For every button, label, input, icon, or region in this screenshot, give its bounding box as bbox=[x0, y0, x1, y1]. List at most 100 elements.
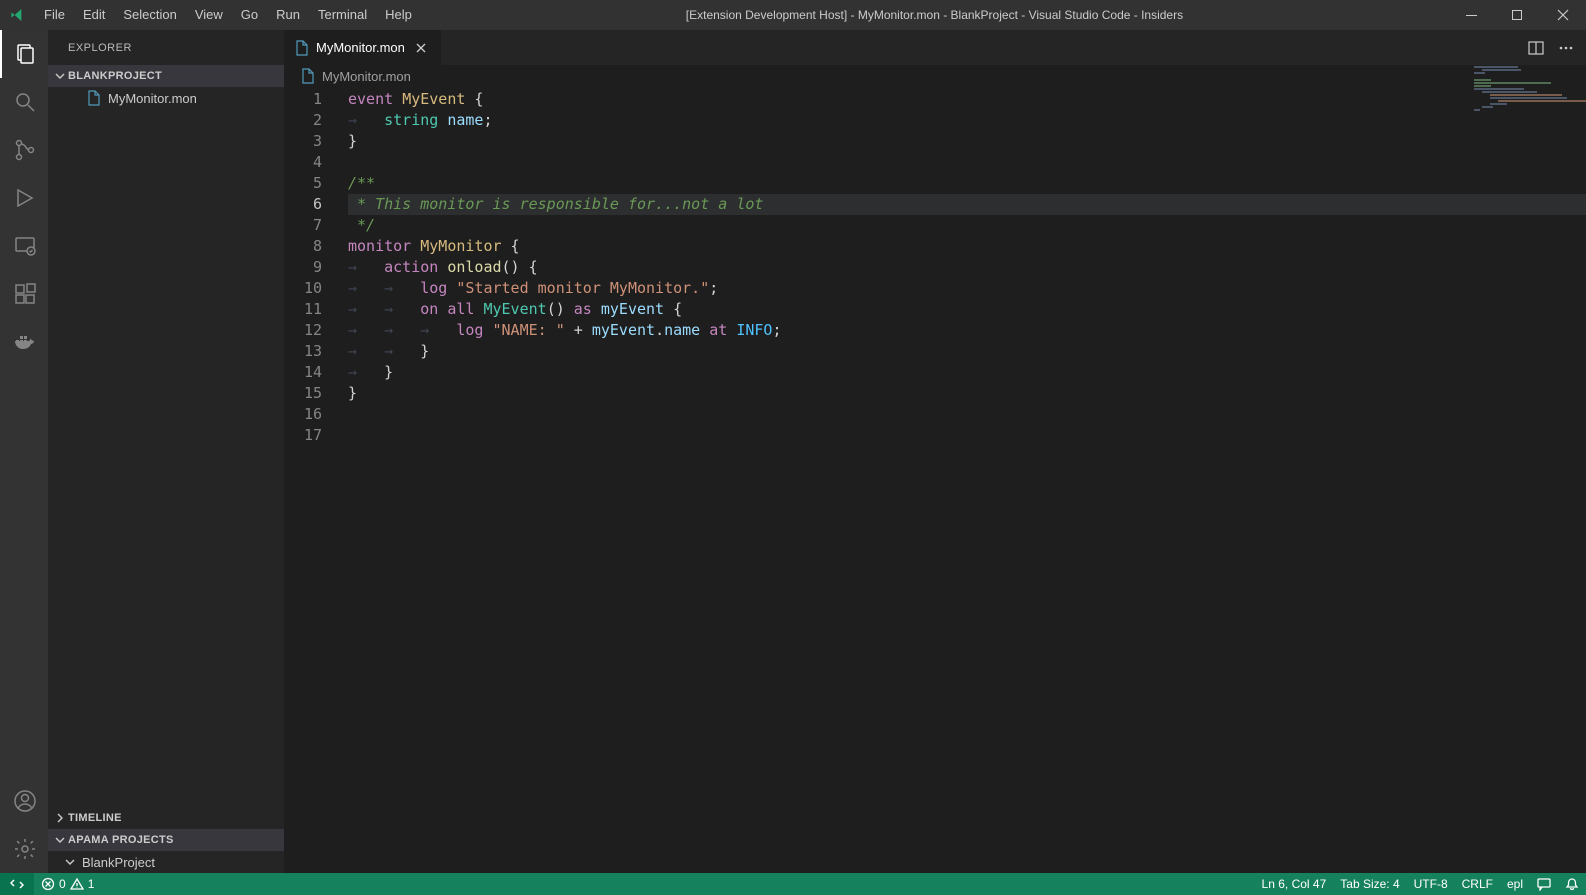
code-line[interactable] bbox=[348, 152, 1586, 173]
tab-active[interactable]: MyMonitor.mon bbox=[284, 30, 442, 65]
project-name: BlankProject bbox=[82, 855, 155, 870]
code-line[interactable]: * This monitor is responsible for...not … bbox=[348, 194, 1586, 215]
activity-settings[interactable] bbox=[0, 825, 48, 873]
menu-go[interactable]: Go bbox=[232, 0, 267, 30]
tree-item-file[interactable]: MyMonitor.mon bbox=[48, 87, 284, 109]
line-number: 4 bbox=[284, 152, 348, 173]
code-line[interactable]: } bbox=[348, 383, 1586, 404]
window-close-button[interactable] bbox=[1540, 0, 1586, 30]
line-number: 16 bbox=[284, 404, 348, 425]
explorer-section-project[interactable]: BLANKPROJECT bbox=[48, 65, 284, 87]
status-feedback-button[interactable] bbox=[1530, 877, 1558, 891]
line-number: 7 bbox=[284, 215, 348, 236]
line-number: 12 bbox=[284, 320, 348, 341]
chevron-down-icon bbox=[52, 834, 68, 846]
activity-search[interactable] bbox=[0, 78, 48, 126]
menu-edit[interactable]: Edit bbox=[74, 0, 114, 30]
chevron-down-icon bbox=[52, 70, 68, 82]
line-number: 9 bbox=[284, 257, 348, 278]
status-encoding[interactable]: UTF-8 bbox=[1407, 877, 1455, 891]
file-icon bbox=[294, 40, 310, 56]
menu-terminal[interactable]: Terminal bbox=[309, 0, 376, 30]
line-number: 5 bbox=[284, 173, 348, 194]
code-line[interactable]: → → } bbox=[348, 341, 1586, 362]
activity-explorer[interactable] bbox=[0, 30, 48, 78]
file-tree: MyMonitor.mon bbox=[48, 87, 284, 807]
section-label: TIMELINE bbox=[68, 812, 122, 824]
menu-file[interactable]: File bbox=[35, 0, 74, 30]
line-number: 17 bbox=[284, 425, 348, 446]
activitybar bbox=[0, 30, 48, 873]
line-number: 1 bbox=[284, 89, 348, 110]
status-notifications-button[interactable] bbox=[1558, 877, 1586, 891]
editor-body[interactable]: 1234567891011121314151617 event MyEvent … bbox=[284, 87, 1586, 873]
line-number: 2 bbox=[284, 110, 348, 131]
minimap[interactable] bbox=[1474, 66, 1584, 146]
code-line[interactable]: → action onload() { bbox=[348, 257, 1586, 278]
menu-run[interactable]: Run bbox=[267, 0, 309, 30]
code-line[interactable] bbox=[348, 404, 1586, 425]
titlebar: FileEditSelectionViewGoRunTerminalHelp [… bbox=[0, 0, 1586, 30]
file-name: MyMonitor.mon bbox=[108, 91, 197, 106]
more-actions-button[interactable] bbox=[1558, 40, 1574, 56]
warning-count: 1 bbox=[88, 877, 95, 891]
status-problems[interactable]: 0 1 bbox=[34, 877, 101, 891]
code-line[interactable]: → → on all MyEvent() as myEvent { bbox=[348, 299, 1586, 320]
code-line[interactable]: /** bbox=[348, 173, 1586, 194]
tab-label: MyMonitor.mon bbox=[316, 40, 405, 55]
menubar: FileEditSelectionViewGoRunTerminalHelp bbox=[35, 0, 421, 30]
split-editor-button[interactable] bbox=[1528, 40, 1544, 56]
section-label: APAMA PROJECTS bbox=[68, 834, 174, 846]
menu-selection[interactable]: Selection bbox=[114, 0, 185, 30]
status-tab-size[interactable]: Tab Size: 4 bbox=[1333, 877, 1406, 891]
line-number: 13 bbox=[284, 341, 348, 362]
status-language[interactable]: epl bbox=[1500, 877, 1530, 891]
line-number: 15 bbox=[284, 383, 348, 404]
line-number: 3 bbox=[284, 131, 348, 152]
window-minimize-button[interactable] bbox=[1448, 0, 1494, 30]
code-line[interactable]: monitor MyMonitor { bbox=[348, 236, 1586, 257]
code-area[interactable]: event MyEvent {→ string name;} /** * Thi… bbox=[348, 87, 1586, 873]
status-eol[interactable]: CRLF bbox=[1455, 877, 1500, 891]
code-line[interactable] bbox=[348, 425, 1586, 446]
window-title: [Extension Development Host] - MyMonitor… bbox=[421, 8, 1448, 22]
line-number: 6 bbox=[284, 194, 348, 215]
activity-extensions[interactable] bbox=[0, 270, 48, 318]
explorer-section-timeline[interactable]: TIMELINE bbox=[48, 807, 284, 829]
menu-view[interactable]: View bbox=[186, 0, 232, 30]
statusbar: 0 1 Ln 6, Col 47 Tab Size: 4 UTF-8 CRLF … bbox=[0, 873, 1586, 895]
editor-group: MyMonitor.mon MyMonitor.mon 1234567 bbox=[284, 30, 1586, 873]
section-label: BLANKPROJECT bbox=[68, 70, 162, 82]
status-remote-button[interactable] bbox=[0, 873, 34, 895]
activity-docker[interactable] bbox=[0, 318, 48, 366]
activity-accounts[interactable] bbox=[0, 777, 48, 825]
code-line[interactable]: → } bbox=[348, 362, 1586, 383]
chevron-down-icon bbox=[64, 856, 76, 868]
code-line[interactable]: */ bbox=[348, 215, 1586, 236]
code-line[interactable]: event MyEvent { bbox=[348, 89, 1586, 110]
status-cursor-position[interactable]: Ln 6, Col 47 bbox=[1255, 877, 1334, 891]
sidebar-title: EXPLORER bbox=[48, 30, 284, 65]
code-line[interactable]: → string name; bbox=[348, 110, 1586, 131]
line-number: 8 bbox=[284, 236, 348, 257]
explorer-section-apama[interactable]: APAMA PROJECTS bbox=[48, 829, 284, 851]
tree-item-apama-project[interactable]: BlankProject bbox=[48, 851, 284, 873]
window-maximize-button[interactable] bbox=[1494, 0, 1540, 30]
menu-help[interactable]: Help bbox=[376, 0, 421, 30]
breadcrumb-item: MyMonitor.mon bbox=[322, 69, 411, 84]
code-line[interactable]: } bbox=[348, 131, 1586, 152]
chevron-right-icon bbox=[52, 812, 68, 824]
breadcrumb[interactable]: MyMonitor.mon bbox=[284, 65, 1586, 87]
sidebar-explorer: EXPLORER BLANKPROJECT MyMonitor.mon TIME… bbox=[48, 30, 284, 873]
activity-run-debug[interactable] bbox=[0, 174, 48, 222]
activity-source-control[interactable] bbox=[0, 126, 48, 174]
vscode-insiders-logo-icon bbox=[0, 7, 35, 23]
line-number: 14 bbox=[284, 362, 348, 383]
code-line[interactable]: → → → log "NAME: " + myEvent.name at INF… bbox=[348, 320, 1586, 341]
code-line[interactable]: → → log "Started monitor MyMonitor."; bbox=[348, 278, 1586, 299]
activity-remote-explorer[interactable] bbox=[0, 222, 48, 270]
tab-close-button[interactable] bbox=[411, 41, 431, 55]
tabs-bar: MyMonitor.mon bbox=[284, 30, 1586, 65]
error-count: 0 bbox=[59, 877, 66, 891]
file-icon bbox=[300, 68, 316, 84]
